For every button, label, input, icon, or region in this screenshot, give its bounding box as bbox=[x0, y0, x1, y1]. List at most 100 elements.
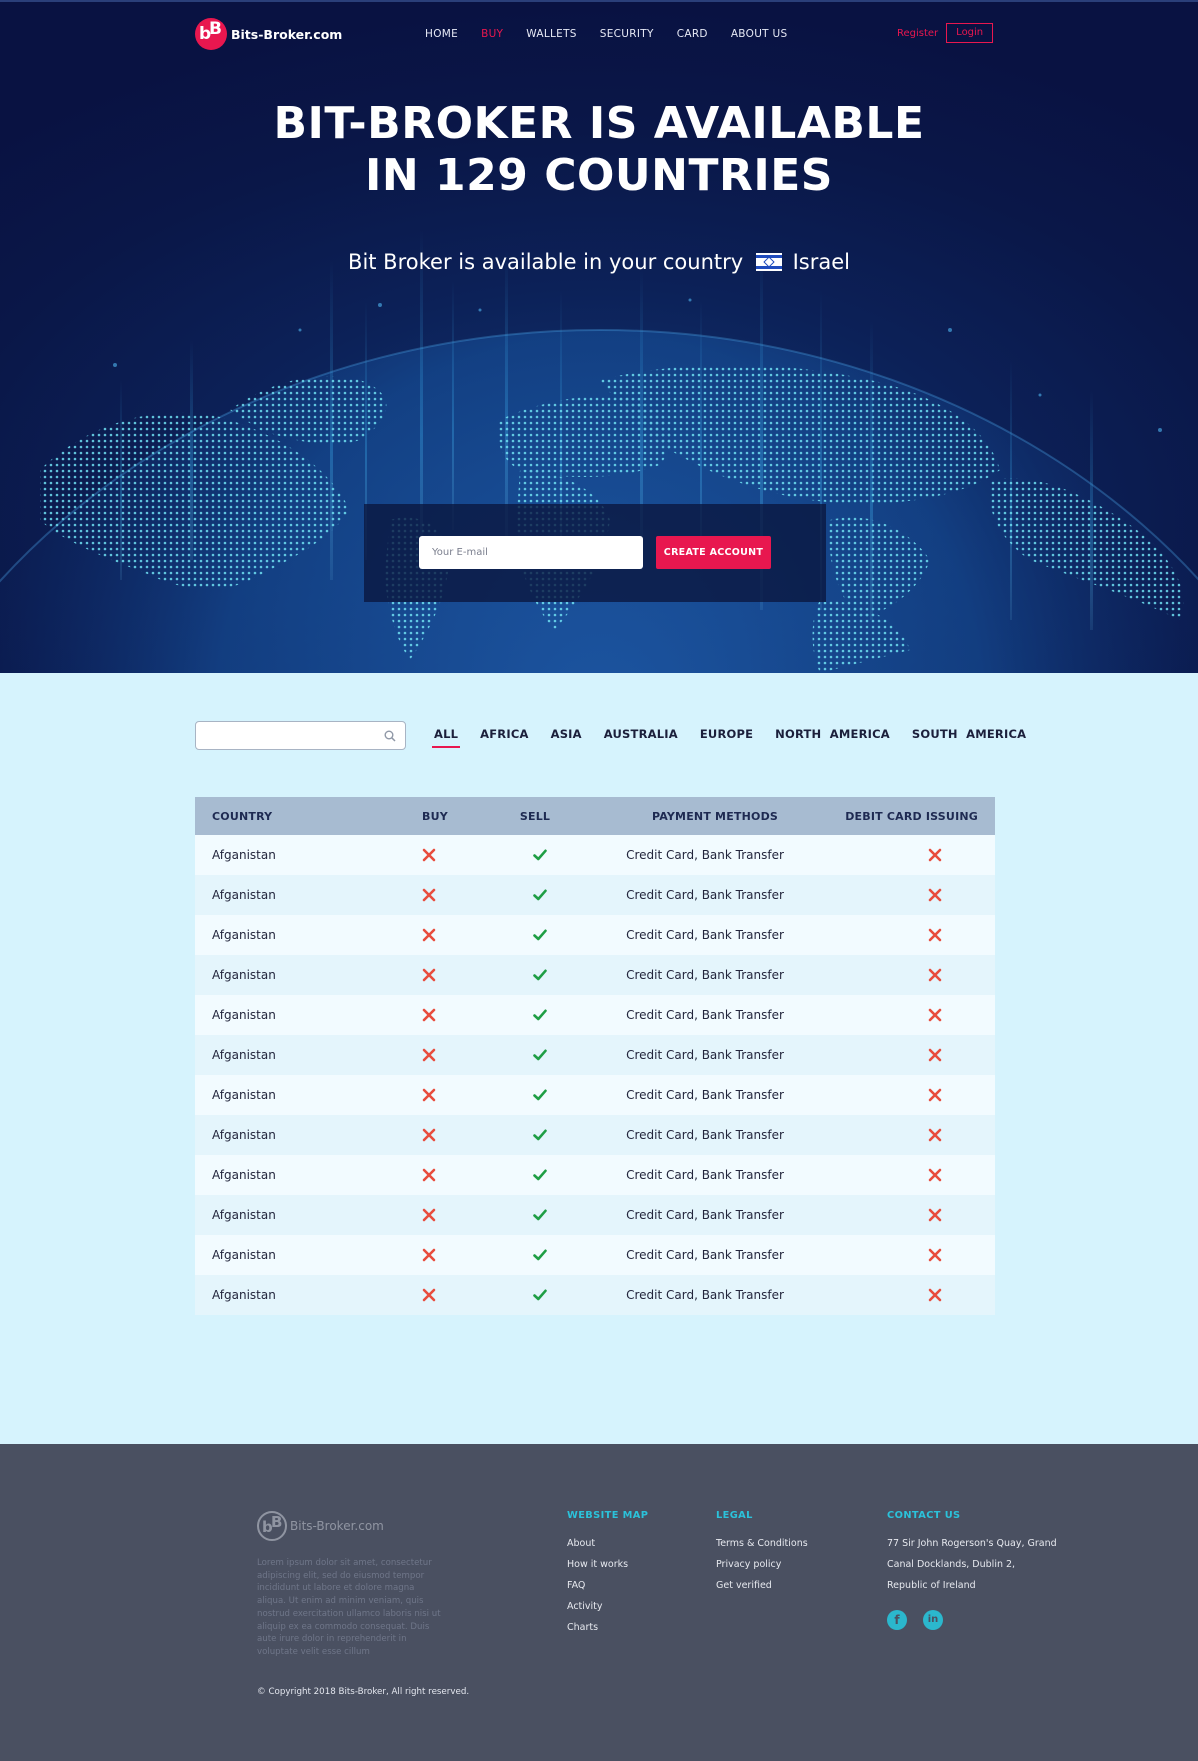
check-icon bbox=[533, 929, 547, 941]
tab-north-america[interactable]: NORTH AMERICA bbox=[775, 727, 890, 741]
footer-link-terms[interactable]: Terms & Conditions bbox=[716, 1533, 808, 1554]
check-icon bbox=[533, 969, 547, 981]
auth-links: Register Login bbox=[897, 23, 994, 43]
cell-buy bbox=[375, 1288, 465, 1303]
cell-debit-card bbox=[805, 928, 995, 943]
cross-icon bbox=[928, 1048, 942, 1062]
cell-payment-methods: Credit Card, Bank Transfer bbox=[626, 928, 784, 942]
cell-debit-card bbox=[805, 1128, 995, 1143]
cell-country: Afganistan bbox=[212, 888, 276, 902]
tab-all[interactable]: ALL bbox=[431, 727, 461, 748]
tab-australia[interactable]: AUSTRALIA bbox=[604, 727, 678, 741]
hero-title-line1: BIT-BROKER IS AVAILABLE bbox=[273, 98, 925, 149]
footer-link-charts[interactable]: Charts bbox=[567, 1617, 648, 1638]
cross-icon bbox=[928, 1168, 942, 1182]
logo[interactable]: bB Bits-Broker.com bbox=[195, 18, 342, 50]
footer-logo-mark-icon: bB bbox=[257, 1511, 287, 1541]
cell-buy bbox=[375, 1168, 465, 1183]
footer-link-get-verified[interactable]: Get verified bbox=[716, 1575, 808, 1596]
country-search-input[interactable] bbox=[196, 722, 366, 749]
cell-country: Afganistan bbox=[212, 928, 276, 942]
tab-africa[interactable]: AFRICA bbox=[480, 727, 528, 741]
footer-link-how-it-works[interactable]: How it works bbox=[567, 1554, 648, 1575]
cross-icon bbox=[422, 848, 436, 862]
footer-legal-title: LEGAL bbox=[716, 1510, 753, 1521]
footer-link-about[interactable]: About bbox=[567, 1533, 648, 1554]
footer-contact-title: CONTACT US bbox=[887, 1510, 961, 1521]
cell-sell bbox=[465, 1048, 605, 1063]
cell-country: Afganistan bbox=[212, 848, 276, 862]
cross-icon bbox=[422, 1248, 436, 1262]
footer-sitemap: WEBSITE MAP About How it works FAQ Activ… bbox=[567, 1510, 648, 1638]
email-input[interactable] bbox=[419, 536, 643, 569]
cell-country: Afganistan bbox=[212, 1168, 276, 1182]
cross-icon bbox=[928, 928, 942, 942]
cell-sell bbox=[465, 1248, 605, 1263]
footer-address-line3: Republic of Ireland bbox=[887, 1580, 976, 1591]
tab-south-america[interactable]: SOUTH AMERICA bbox=[912, 727, 1026, 741]
check-icon bbox=[533, 1209, 547, 1221]
check-icon bbox=[533, 889, 547, 901]
cell-buy bbox=[375, 1048, 465, 1063]
cell-debit-card bbox=[805, 968, 995, 983]
register-link[interactable]: Register bbox=[897, 28, 938, 39]
cell-buy bbox=[375, 1088, 465, 1103]
nav-item-about-us[interactable]: ABOUT US bbox=[731, 28, 788, 40]
search-icon[interactable] bbox=[384, 730, 396, 742]
table-row: Afganistan Credit Card, Bank Transfer bbox=[195, 1275, 995, 1315]
cell-debit-card bbox=[805, 1168, 995, 1183]
cell-payment-methods: Credit Card, Bank Transfer bbox=[626, 1288, 784, 1302]
login-button[interactable]: Login bbox=[946, 23, 994, 43]
tab-europe[interactable]: EUROPE bbox=[700, 727, 753, 741]
footer-link-privacy[interactable]: Privacy policy bbox=[716, 1554, 808, 1575]
cell-sell bbox=[465, 1288, 605, 1303]
header-payment-methods[interactable]: PAYMENT METHODS bbox=[605, 810, 805, 823]
create-account-button[interactable]: CREATE ACCOUNT bbox=[656, 536, 771, 569]
table-row: Afganistan Credit Card, Bank Transfer bbox=[195, 955, 995, 995]
cell-debit-card bbox=[805, 1288, 995, 1303]
table-row: Afganistan Credit Card, Bank Transfer bbox=[195, 1235, 995, 1275]
cross-icon bbox=[928, 1288, 942, 1302]
footer-link-faq[interactable]: FAQ bbox=[567, 1575, 648, 1596]
header-country[interactable]: COUNTRY bbox=[195, 810, 375, 823]
nav-item-buy[interactable]: BUY bbox=[481, 28, 503, 40]
footer-description: Lorem ipsum dolor sit amet, consectetur … bbox=[257, 1558, 441, 1657]
nav-item-card[interactable]: CARD bbox=[677, 28, 708, 40]
linkedin-icon[interactable]: in bbox=[923, 1610, 943, 1630]
countries-table: COUNTRY BUY SELL PAYMENT METHODS DEBIT C… bbox=[195, 797, 995, 1315]
cell-country: Afganistan bbox=[212, 1048, 276, 1062]
cell-sell bbox=[465, 1088, 605, 1103]
table-header: COUNTRY BUY SELL PAYMENT METHODS DEBIT C… bbox=[195, 797, 995, 835]
check-icon bbox=[533, 1129, 547, 1141]
cross-icon bbox=[928, 848, 942, 862]
header-debit-card-issuing[interactable]: DEBIT CARD ISSUING bbox=[805, 810, 995, 823]
cell-country: Afganistan bbox=[212, 1288, 276, 1302]
nav-item-home[interactable]: HOME bbox=[425, 28, 458, 40]
cell-buy bbox=[375, 848, 465, 863]
cross-icon bbox=[928, 1208, 942, 1222]
cell-payment-methods: Credit Card, Bank Transfer bbox=[626, 1168, 784, 1182]
cell-buy bbox=[375, 928, 465, 943]
cell-sell bbox=[465, 888, 605, 903]
check-icon bbox=[533, 1009, 547, 1021]
hero-subtitle-text: Bit Broker is available in your country bbox=[348, 250, 744, 274]
nav-item-wallets[interactable]: WALLETS bbox=[526, 28, 577, 40]
footer-logo[interactable]: bB Bits-Broker.com bbox=[257, 1511, 384, 1541]
cell-country: Afganistan bbox=[212, 1088, 276, 1102]
cell-sell bbox=[465, 848, 605, 863]
header-sell[interactable]: SELL bbox=[465, 810, 605, 823]
footer-link-activity[interactable]: Activity bbox=[567, 1596, 648, 1617]
cell-payment-methods: Credit Card, Bank Transfer bbox=[626, 848, 784, 862]
hero-title-line2: IN 129 COUNTRIES bbox=[365, 150, 833, 201]
footer-contact: CONTACT US 77 Sir John Rogerson's Quay, … bbox=[887, 1510, 1057, 1630]
table-row: Afganistan Credit Card, Bank Transfer bbox=[195, 1115, 995, 1155]
facebook-icon[interactable]: f bbox=[887, 1610, 907, 1630]
cell-buy bbox=[375, 1128, 465, 1143]
header-buy[interactable]: BUY bbox=[375, 810, 465, 823]
nav-item-security[interactable]: SECURITY bbox=[600, 28, 654, 40]
cell-payment-methods: Credit Card, Bank Transfer bbox=[626, 888, 784, 902]
cell-buy bbox=[375, 888, 465, 903]
cross-icon bbox=[928, 1248, 942, 1262]
tab-asia[interactable]: ASIA bbox=[551, 727, 582, 741]
main-menu: HOME BUY WALLETS SECURITY CARD ABOUT US bbox=[425, 28, 810, 40]
